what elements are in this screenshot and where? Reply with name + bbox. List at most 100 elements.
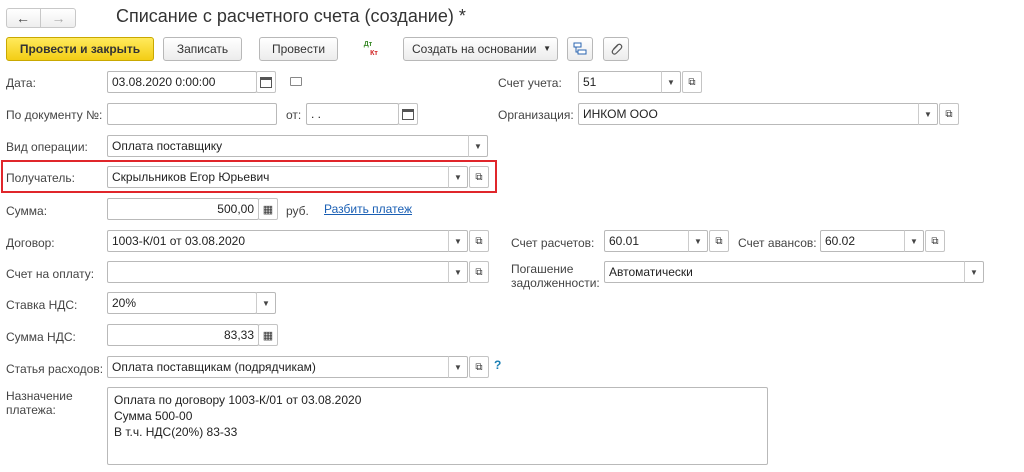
expense-item-dropdown[interactable]: ▼ <box>448 356 468 378</box>
currency-label: руб. <box>286 204 309 218</box>
date-field[interactable]: 03.08.2020 0:00:00 <box>107 71 257 93</box>
vat-rate-dropdown[interactable]: ▼ <box>256 292 276 314</box>
open-icon: ⧉ <box>475 171 483 183</box>
debt-repayment-label-line1: Погашение <box>511 262 574 276</box>
vat-rate-field[interactable]: 20% <box>107 292 257 314</box>
help-icon[interactable]: ? <box>494 358 501 372</box>
advance-account-field[interactable]: 60.02 <box>820 230 906 252</box>
debt-repayment-dropdown[interactable]: ▼ <box>964 261 984 283</box>
contract-open-button[interactable]: ⧉ <box>469 230 489 252</box>
recipient-open-button[interactable]: ⧉ <box>469 166 489 188</box>
contract-label: Договор: <box>6 236 55 250</box>
open-icon: ⧉ <box>945 108 953 120</box>
doc-number-field[interactable] <box>107 103 277 125</box>
purpose-label-line1: Назначение <box>6 389 73 403</box>
advance-account-dropdown[interactable]: ▼ <box>904 230 924 252</box>
vat-amount-field[interactable]: 83,33 <box>107 324 259 346</box>
invoice-open-button[interactable]: ⧉ <box>469 261 489 283</box>
calculator-icon: ▦ <box>262 203 274 216</box>
doc-date-field[interactable]: . . <box>306 103 399 125</box>
purpose-label-line2: платежа: <box>6 403 56 417</box>
dt-kt-button[interactable]: Дт Кт <box>356 38 386 60</box>
operation-label: Вид операции: <box>6 140 88 154</box>
account-dropdown[interactable]: ▼ <box>661 71 681 93</box>
date-label: Дата: <box>6 76 36 90</box>
amount-calculator-button[interactable]: ▦ <box>258 198 278 220</box>
invoice-field[interactable] <box>107 261 450 283</box>
expense-item-field[interactable]: Оплата поставщикам (подрядчикам) <box>107 356 450 378</box>
organization-dropdown[interactable]: ▼ <box>918 103 938 125</box>
open-icon: ⧉ <box>475 361 483 373</box>
open-icon: ⧉ <box>475 235 483 247</box>
comment-icon[interactable] <box>290 77 302 86</box>
chevron-down-icon: ▼ <box>454 267 462 277</box>
vat-amount-label: Сумма НДС: <box>6 330 76 344</box>
recipient-label: Получатель: <box>6 171 75 185</box>
forward-button[interactable]: → <box>41 8 76 28</box>
chevron-down-icon: ▼ <box>970 267 978 277</box>
save-button[interactable]: Записать <box>163 37 242 61</box>
structure-button[interactable] <box>567 37 593 61</box>
calendar-icon <box>260 76 272 88</box>
chevron-down-icon: ▼ <box>910 236 918 246</box>
debt-repayment-field[interactable]: Автоматически <box>604 261 966 283</box>
create-based-on-button[interactable]: Создать на основании ▼ <box>403 37 558 61</box>
hierarchy-icon <box>573 42 587 55</box>
calculator-icon: ▦ <box>262 329 274 342</box>
chevron-down-icon: ▼ <box>454 362 462 372</box>
chevron-down-icon: ▼ <box>454 172 462 182</box>
contract-dropdown[interactable]: ▼ <box>448 230 468 252</box>
vat-rate-label: Ставка НДС: <box>6 298 78 312</box>
doc-from-label: от: <box>286 108 302 122</box>
settlement-account-field[interactable]: 60.01 <box>604 230 690 252</box>
date-calendar-button[interactable] <box>256 71 276 93</box>
back-button[interactable]: ← <box>6 8 41 28</box>
chevron-down-icon: ▼ <box>667 77 675 87</box>
expense-item-open-button[interactable]: ⧉ <box>469 356 489 378</box>
open-icon: ⧉ <box>715 235 723 247</box>
amount-field[interactable]: 500,00 <box>107 198 259 220</box>
expense-item-label: Статья расходов: <box>6 362 104 376</box>
purpose-line: Оплата по договору 1003-К/01 от 03.08.20… <box>114 393 362 407</box>
purpose-line: В т.ч. НДС(20%) 83-33 <box>114 425 238 439</box>
post-and-close-button[interactable]: Провести и закрыть <box>6 37 154 61</box>
open-icon: ⧉ <box>475 266 483 278</box>
purpose-textarea[interactable]: Оплата по договору 1003-К/01 от 03.08.20… <box>107 387 768 465</box>
post-button[interactable]: Провести <box>259 37 338 61</box>
open-icon: ⧉ <box>688 76 696 88</box>
purpose-line: Сумма 500-00 <box>114 409 193 423</box>
invoice-dropdown[interactable]: ▼ <box>448 261 468 283</box>
chevron-down-icon: ▼ <box>543 44 551 53</box>
open-icon: ⧉ <box>931 235 939 247</box>
settlement-account-open-button[interactable]: ⧉ <box>709 230 729 252</box>
recipient-dropdown[interactable]: ▼ <box>448 166 468 188</box>
split-payment-link[interactable]: Разбить платеж <box>324 202 412 216</box>
create-based-on-label: Создать на основании <box>412 42 537 56</box>
recipient-field[interactable]: Скрыльников Егор Юрьевич <box>107 166 450 188</box>
advance-account-open-button[interactable]: ⧉ <box>925 230 945 252</box>
page-title: Списание с расчетного счета (создание) * <box>116 6 466 26</box>
vat-amount-calculator-button[interactable]: ▦ <box>258 324 278 346</box>
chevron-down-icon: ▼ <box>262 298 270 308</box>
organization-field[interactable]: ИНКОМ ООО <box>578 103 920 125</box>
chevron-down-icon: ▼ <box>924 109 932 119</box>
calendar-icon <box>402 108 414 120</box>
contract-field[interactable]: 1003-К/01 от 03.08.2020 <box>107 230 450 252</box>
operation-field[interactable]: Оплата поставщику <box>107 135 470 157</box>
settlement-account-dropdown[interactable]: ▼ <box>688 230 708 252</box>
advance-account-label: Счет авансов: <box>738 236 817 250</box>
debt-repayment-label-line2: задолженности: <box>511 276 600 290</box>
doc-number-label: По документу №: <box>6 108 103 122</box>
attach-button[interactable] <box>603 37 629 61</box>
doc-date-calendar-button[interactable] <box>398 103 418 125</box>
invoice-label: Счет на оплату: <box>6 267 95 281</box>
chevron-down-icon: ▼ <box>454 236 462 246</box>
account-open-button[interactable]: ⧉ <box>682 71 702 93</box>
chevron-down-icon: ▼ <box>474 141 482 151</box>
account-field[interactable]: 51 <box>578 71 663 93</box>
organization-open-button[interactable]: ⧉ <box>939 103 959 125</box>
chevron-down-icon: ▼ <box>694 236 702 246</box>
organization-label: Организация: <box>498 108 574 122</box>
dt-label: Дт <box>363 41 373 48</box>
operation-dropdown[interactable]: ▼ <box>468 135 488 157</box>
